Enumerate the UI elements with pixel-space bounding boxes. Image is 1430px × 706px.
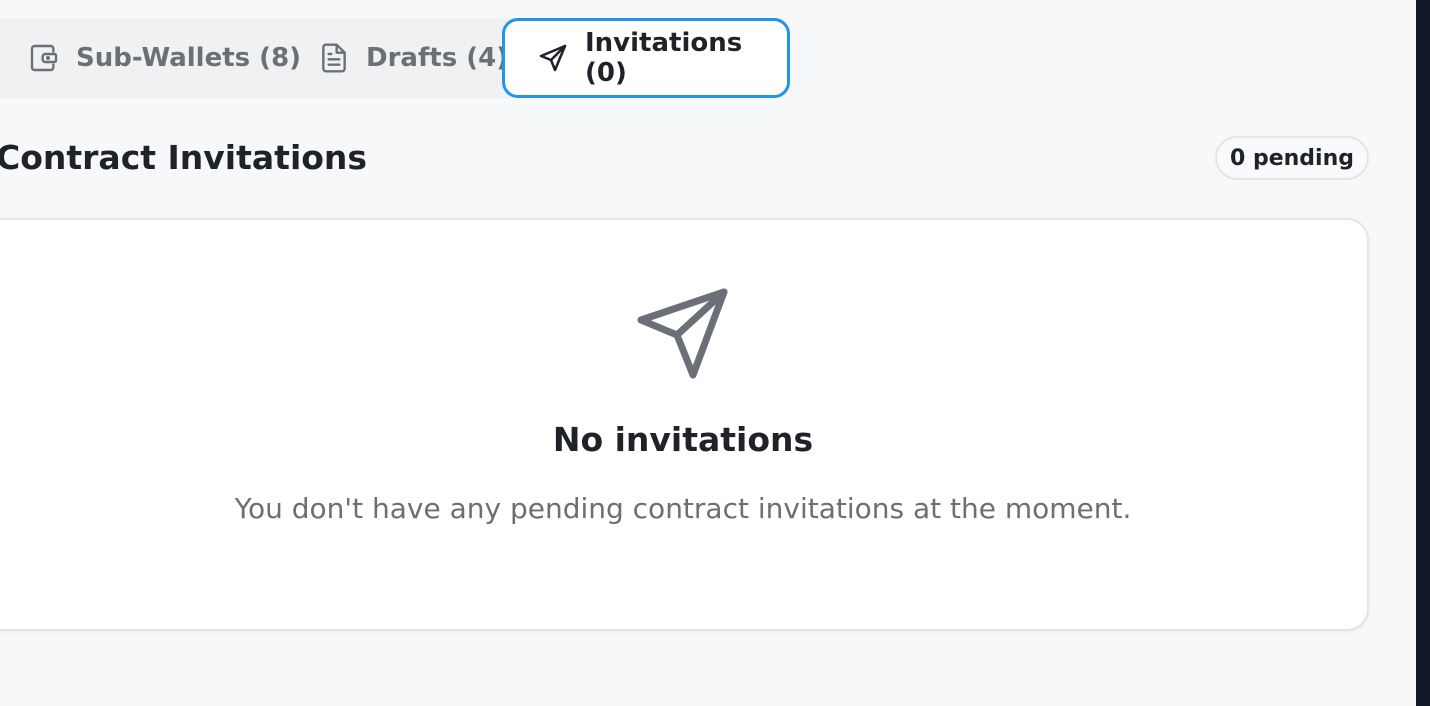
empty-state-title: No invitations (552, 420, 814, 459)
tab-label: Invitations (0) (585, 28, 743, 88)
tab-drafts[interactable]: Drafts (4) (318, 18, 508, 98)
empty-state-description: You don't have any pending contract invi… (234, 492, 1132, 525)
page-title: Contract Invitations (0, 138, 368, 177)
send-icon (537, 42, 569, 74)
tab-invitations[interactable]: Invitations (0) (502, 18, 790, 98)
tab-label: Sub-Wallets (8) (76, 43, 302, 73)
window-edge (1416, 0, 1430, 706)
wallet-icon (28, 42, 60, 74)
tab-sub-wallets[interactable]: Sub-Wallets (8) (28, 18, 301, 98)
tab-label: Drafts (4) (366, 43, 509, 73)
send-icon (634, 288, 730, 380)
document-icon (318, 42, 350, 74)
status-badge: 0 pending (1215, 136, 1369, 180)
